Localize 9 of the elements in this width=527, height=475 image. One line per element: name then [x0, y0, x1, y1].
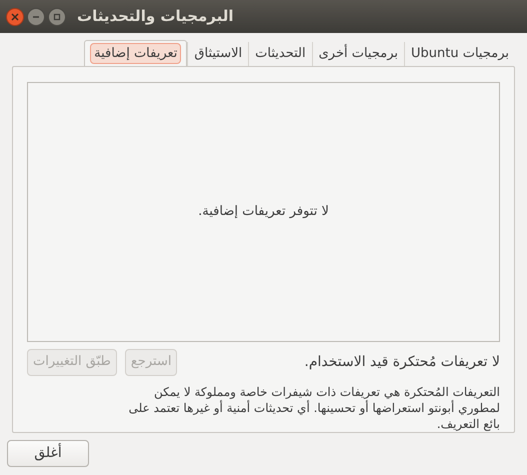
- description-text: التعريفات المُحتكرة هي تعريفات ذات شيفرات خاصة ومملوكة لا يمكن لمطوري أبونتو استعراضها أو تحسينها. أي تحديثات أمنية أو غيرها تعتمد على بائع التعريف.: [128, 384, 500, 432]
- minimize-icon[interactable]: [27, 8, 45, 26]
- close-icon[interactable]: [6, 8, 24, 26]
- tab[interactable]: تعريفات إضافية: [84, 40, 188, 66]
- empty-message: لا تتوفر تعريفات إضافية.: [198, 203, 329, 222]
- window-title: البرمجيات والتحديثات: [77, 6, 234, 28]
- maximize-icon[interactable]: [48, 8, 66, 26]
- close-button[interactable]: أغلق: [7, 440, 89, 467]
- status-text: لا تعريفات مُحتكرة قيد الاستخدام.: [304, 352, 500, 372]
